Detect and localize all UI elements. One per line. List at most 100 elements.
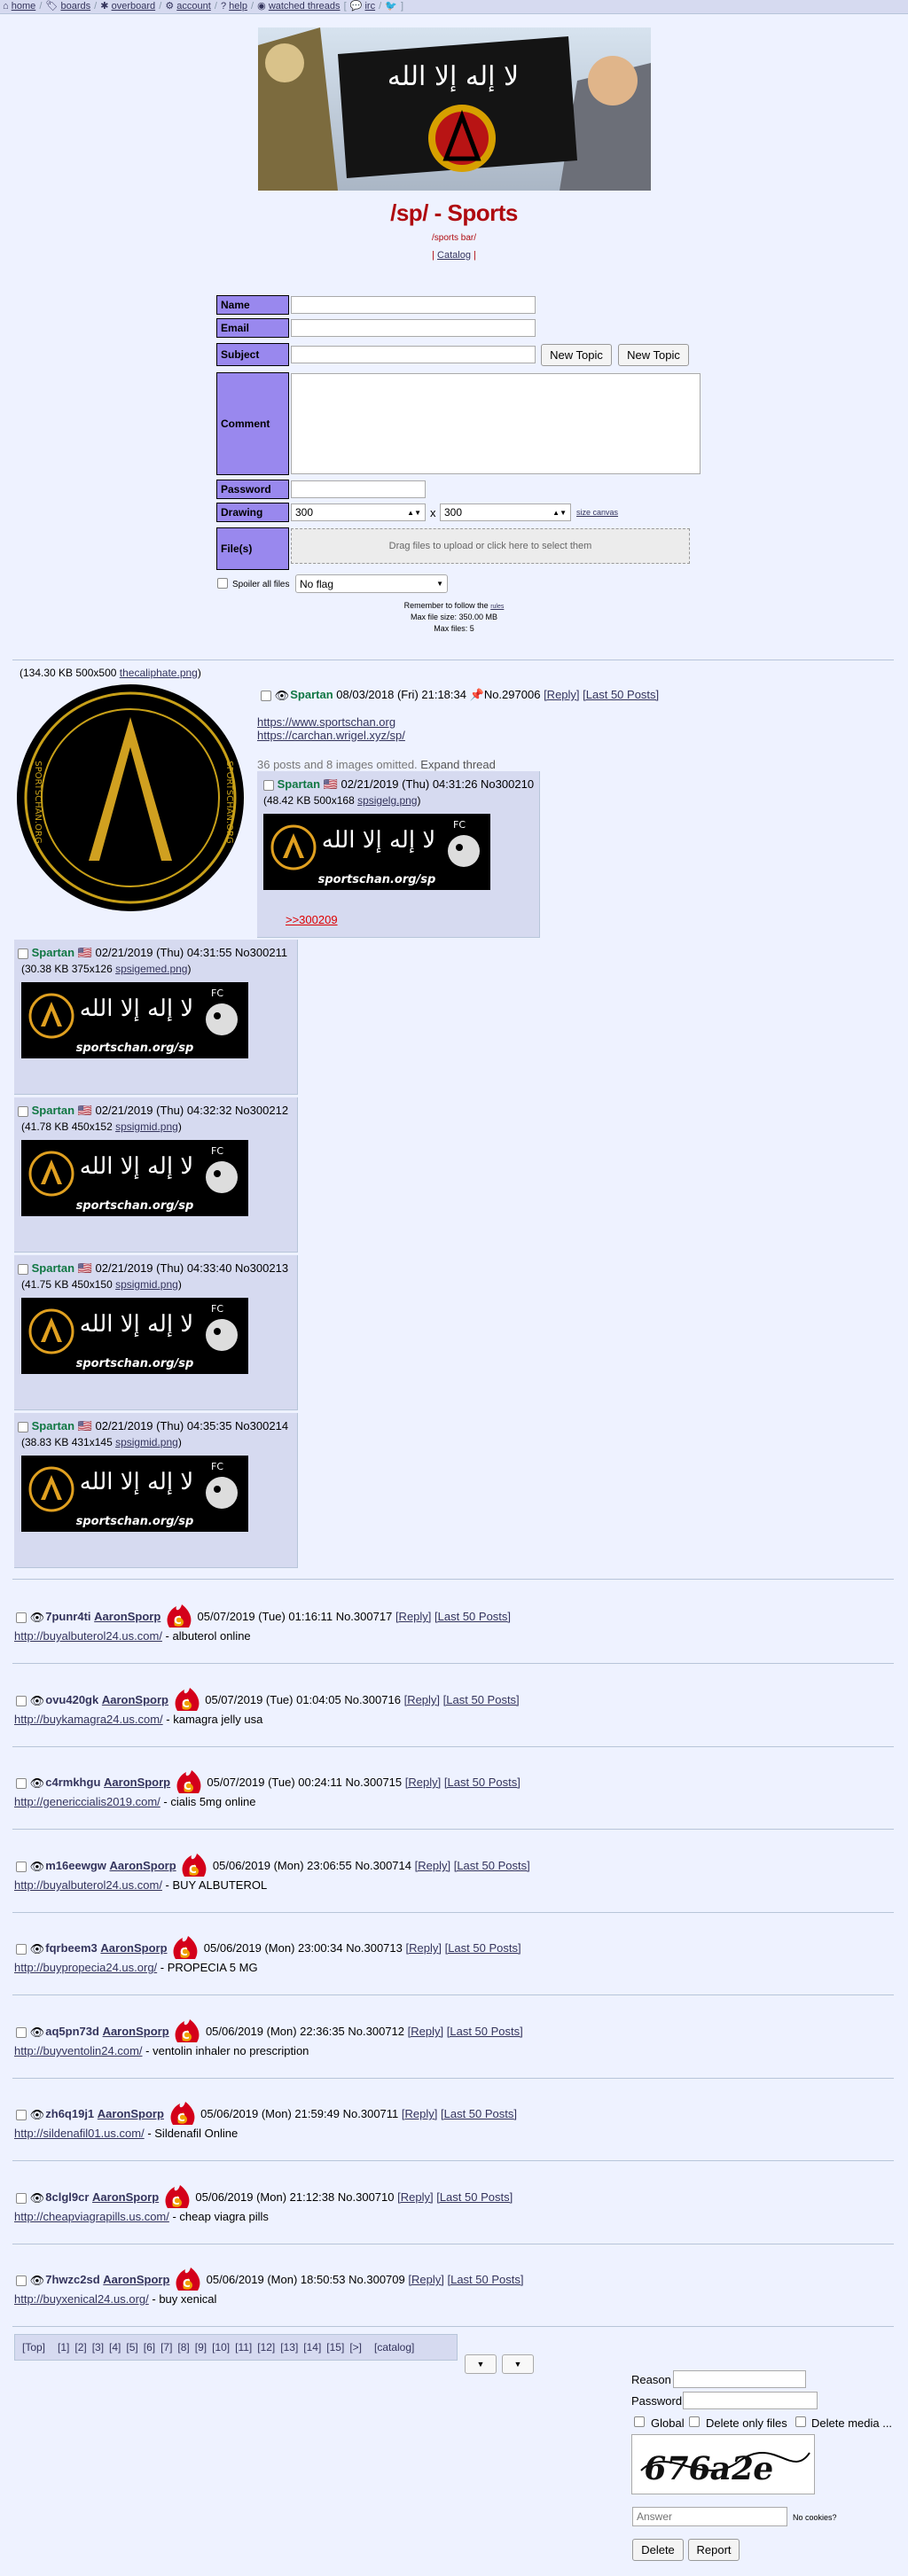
rules-link[interactable]: rules [490, 604, 504, 610]
page-link[interactable]: [6] [144, 2341, 155, 2354]
page-link[interactable]: [2] [74, 2341, 86, 2354]
report-button[interactable]: Report [688, 2539, 740, 2561]
delete-button[interactable]: Delete [632, 2539, 684, 2561]
thread-reply-link[interactable]: [Reply] [404, 1693, 440, 1706]
thread-author-name[interactable]: AaronSporp [94, 1610, 160, 1623]
reply-post-number[interactable]: No300211 [235, 946, 287, 959]
thread-body-link[interactable]: http://cheapviagrapills.us.com/ [14, 2210, 169, 2223]
thread-last50-link[interactable]: [Last 50 Posts] [444, 1776, 521, 1789]
thread-reply-link[interactable]: [Reply] [405, 1776, 441, 1789]
thread-author-name[interactable]: AaronSporp [103, 2025, 169, 2038]
report-options-select[interactable]: ▼ [502, 2354, 534, 2374]
thread-reply-link[interactable]: [Reply] [395, 1610, 431, 1623]
expand-thread-link[interactable]: Expand thread [420, 758, 496, 771]
page-link[interactable]: [1] [58, 2341, 69, 2354]
thread-body-link[interactable]: http://buyalbuterol24.us.com/ [14, 1629, 162, 1643]
thread-post-number[interactable]: No.300714 [355, 1859, 411, 1872]
reply-select-checkbox[interactable] [263, 779, 274, 791]
thread-reply-link[interactable]: [Reply] [408, 2273, 443, 2286]
thread-post-number[interactable]: No.300709 [348, 2273, 405, 2286]
comment-textarea[interactable] [291, 373, 701, 474]
page-link[interactable]: [12] [257, 2341, 275, 2354]
watch-eye-icon[interactable]: 👁 [30, 1776, 45, 1791]
thread-post-number[interactable]: No.300715 [346, 1776, 403, 1789]
page-link[interactable]: [9] [195, 2341, 207, 2354]
nav-boards-link[interactable]: boards [60, 1, 90, 12]
nav-help-link[interactable]: help [229, 1, 247, 12]
reply-file-link[interactable]: spsigmid.png [115, 1120, 178, 1133]
thread-last50-link[interactable]: [Last 50 Posts] [443, 1693, 520, 1706]
reply-image[interactable]: ﻻ إله إلا الله FC sportschan.org/sp [263, 814, 490, 890]
thread-body-link[interactable]: http://genericcialis2019.com/ [14, 1795, 160, 1808]
op-select-checkbox[interactable] [261, 690, 271, 701]
thread-body-link[interactable]: http://buyventolin24.com/ [14, 2044, 143, 2057]
thread-author-name[interactable]: AaronSporp [110, 1859, 176, 1872]
twitter-icon[interactable]: 🐦 [385, 1, 397, 12]
no-cookies-link[interactable]: No cookies? [793, 2513, 837, 2522]
thread-reply-link[interactable]: [Reply] [402, 2107, 437, 2120]
thread-select-checkbox[interactable] [16, 1612, 27, 1623]
watch-eye-icon[interactable]: 👁 [30, 2274, 45, 2288]
reply-select-checkbox[interactable] [18, 1263, 28, 1275]
thread-select-checkbox[interactable] [16, 2026, 27, 2038]
size-canvas-link[interactable]: size canvas [576, 508, 618, 517]
thread-select-checkbox[interactable] [16, 1861, 27, 1872]
thread-author-name[interactable]: AaronSporp [98, 2107, 164, 2120]
flag-select[interactable]: No flag ▼ [295, 574, 448, 593]
op-file-link[interactable]: thecaliphate.png [120, 667, 198, 679]
thread-select-checkbox[interactable] [16, 2192, 27, 2204]
thread-author-name[interactable]: AaronSporp [104, 1776, 170, 1789]
page-link[interactable]: [5] [126, 2341, 137, 2354]
thread-author-name[interactable]: AaronSporp [100, 1941, 167, 1955]
drawing-width-stepper[interactable]: 300 ▲▼ [291, 503, 426, 521]
page-link[interactable]: [3] [92, 2341, 104, 2354]
watch-eye-icon[interactable]: 👁 [30, 2026, 45, 2040]
report-category-select[interactable]: ▼ [465, 2354, 497, 2374]
thread-body-link[interactable]: http://buyxenical24.us.org/ [14, 2292, 149, 2306]
thread-body-link[interactable]: http://sildenafil01.us.com/ [14, 2127, 145, 2140]
reply-image[interactable]: ﻻ إله إلا الله FC sportschan.org/sp [21, 1456, 248, 1532]
thread-reply-link[interactable]: [Reply] [408, 2025, 443, 2038]
page-link[interactable]: [4] [109, 2341, 121, 2354]
reply-file-link[interactable]: spsigelg.png [357, 794, 417, 807]
reply-image[interactable]: ﻻ إله إلا الله FC sportschan.org/sp [21, 1140, 248, 1216]
thread-select-checkbox[interactable] [16, 1943, 27, 1955]
page-link[interactable]: [15] [326, 2341, 344, 2354]
reply-image[interactable]: ﻻ إله إلا الله FC sportschan.org/sp [21, 1298, 248, 1374]
nav-irc-link[interactable]: irc [364, 1, 375, 12]
spoiler-all-checkbox[interactable] [217, 578, 228, 589]
thread-post-number[interactable]: No.300710 [338, 2190, 395, 2204]
thread-select-checkbox[interactable] [16, 2275, 27, 2286]
captcha-answer-field[interactable] [632, 2507, 787, 2526]
op-post-number[interactable]: No.297006 [484, 688, 541, 701]
delete-only-files-checkbox[interactable] [689, 2416, 700, 2427]
reply-post-number[interactable]: No300212 [235, 1104, 288, 1117]
reply-post-number[interactable]: No300213 [235, 1261, 288, 1275]
reply-file-link[interactable]: spsigemed.png [115, 963, 187, 975]
thread-select-checkbox[interactable] [16, 1777, 27, 1789]
reply-select-checkbox[interactable] [18, 948, 28, 959]
nav-overboard-link[interactable]: overboard [112, 1, 156, 12]
page-link[interactable]: [10] [212, 2341, 230, 2354]
nav-home-link[interactable]: home [12, 1, 36, 12]
reply-select-checkbox[interactable] [18, 1421, 28, 1432]
thread-last50-link[interactable]: [Last 50 Posts] [447, 2273, 523, 2286]
watch-eye-icon[interactable]: 👁 [30, 1611, 45, 1625]
watch-eye-icon[interactable]: 👁 [30, 2191, 45, 2205]
op-reply-link[interactable]: [Reply] [544, 688, 579, 701]
page-link[interactable]: [8] [177, 2341, 189, 2354]
watch-eye-icon[interactable]: 👁 [30, 1860, 45, 1874]
nav-account-link[interactable]: account [176, 1, 211, 12]
new-topic-button[interactable]: New Topic [541, 344, 612, 366]
page-top-link[interactable]: [Top] [22, 2341, 45, 2354]
thread-reply-link[interactable]: [Reply] [406, 1941, 442, 1955]
op-link-carchan[interactable]: https://carchan.wrigel.xyz/sp/ [257, 729, 405, 742]
thread-post-number[interactable]: No.300711 [343, 2107, 399, 2120]
thread-last50-link[interactable]: [Last 50 Posts] [436, 2190, 513, 2204]
thread-last50-link[interactable]: [Last 50 Posts] [447, 2025, 523, 2038]
password-field[interactable] [291, 480, 426, 498]
reply-post-number[interactable]: No300210 [481, 777, 534, 791]
catalog-page-link[interactable]: [catalog] [374, 2341, 414, 2354]
page-link[interactable]: [14] [303, 2341, 321, 2354]
name-field[interactable] [291, 296, 536, 314]
